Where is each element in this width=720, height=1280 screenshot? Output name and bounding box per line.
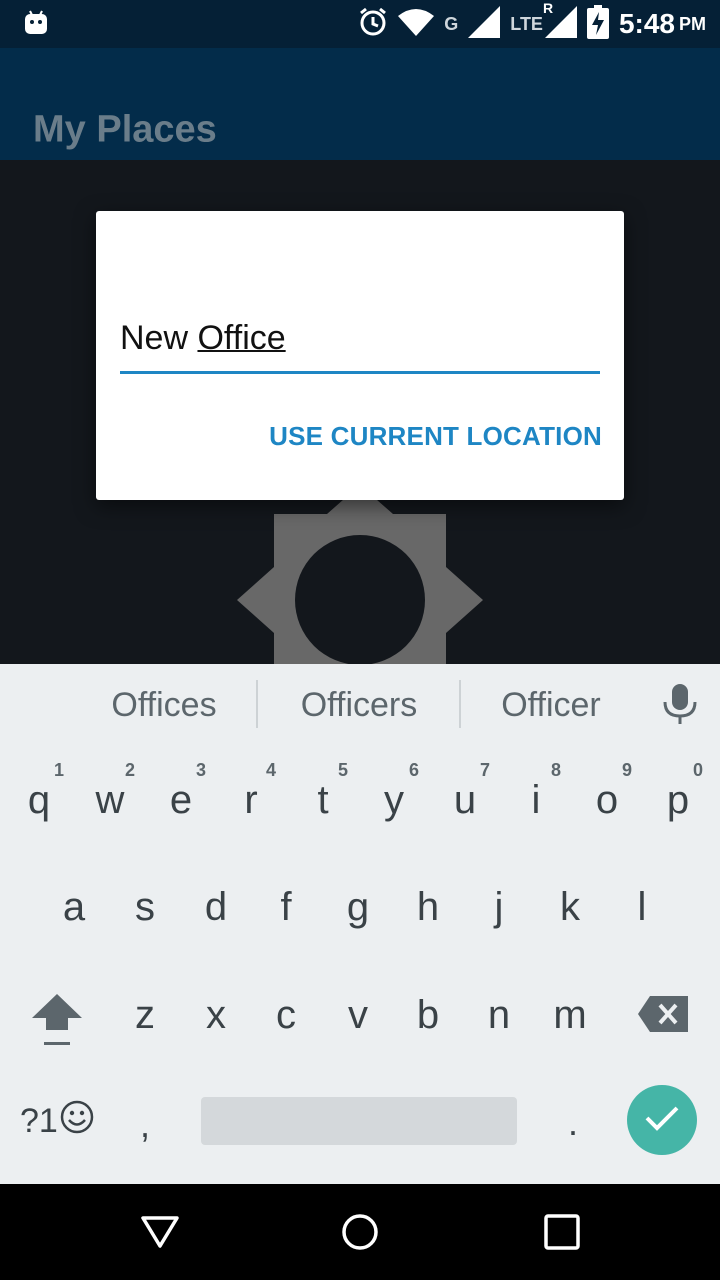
- back-icon[interactable]: [140, 1212, 180, 1252]
- key-l[interactable]: l: [607, 885, 677, 930]
- soft-keyboard: 1q 2w 3e 4r 5t 6y 7u 8i 9o 0p a s d f g …: [0, 742, 720, 1184]
- key-r[interactable]: 4r: [216, 760, 286, 823]
- space-bar[interactable]: [201, 1097, 517, 1145]
- key-f[interactable]: f: [251, 885, 321, 930]
- status-bar: G LTE R 5:48 PM: [0, 0, 720, 48]
- app-bar: My Places: [0, 48, 720, 160]
- key-z[interactable]: z: [110, 993, 180, 1038]
- suggestion-item[interactable]: Officer: [461, 664, 641, 742]
- done-button[interactable]: [627, 1085, 697, 1155]
- key-o[interactable]: 9o: [572, 760, 642, 823]
- place-name-input[interactable]: New Office: [120, 319, 600, 374]
- key-g[interactable]: g: [323, 885, 393, 930]
- mic-icon[interactable]: [662, 684, 698, 729]
- backspace-icon[interactable]: [638, 996, 688, 1037]
- input-text: New: [120, 319, 198, 357]
- key-n[interactable]: n: [464, 993, 534, 1038]
- input-composing-text: Office: [197, 319, 286, 357]
- alarm-icon: [358, 7, 388, 42]
- key-w[interactable]: 2w: [75, 760, 145, 823]
- use-current-location-button[interactable]: USE CURRENT LOCATION: [269, 421, 602, 452]
- key-s[interactable]: s: [110, 885, 180, 930]
- key-a[interactable]: a: [39, 885, 109, 930]
- key-m[interactable]: m: [535, 993, 605, 1038]
- key-x[interactable]: x: [181, 993, 251, 1038]
- key-v[interactable]: v: [323, 993, 393, 1038]
- suggestion-item[interactable]: Officers: [258, 664, 460, 742]
- period-key[interactable]: .: [558, 1102, 588, 1144]
- network-type-label: G: [444, 13, 459, 34]
- roaming-signal-icon: R: [543, 0, 577, 43]
- navigation-bar: [0, 1184, 720, 1280]
- home-icon[interactable]: [340, 1212, 380, 1252]
- emoji-icon: [60, 1100, 94, 1143]
- roaming-label: R: [542, 0, 554, 16]
- suggestion-strip: Offices Officers Officer: [0, 664, 720, 743]
- comma-key[interactable]: ,: [130, 1104, 160, 1146]
- suggestion-item[interactable]: Offices: [60, 664, 268, 742]
- key-u[interactable]: 7u: [430, 760, 500, 823]
- clock-time: 5:48: [618, 8, 675, 39]
- signal-icon: [468, 5, 501, 43]
- gear-icon: [230, 485, 490, 664]
- key-t[interactable]: 5t: [288, 760, 358, 823]
- key-e[interactable]: 3e: [146, 760, 216, 823]
- key-i[interactable]: 8i: [501, 760, 571, 823]
- key-b[interactable]: b: [393, 993, 463, 1038]
- key-h[interactable]: h: [393, 885, 463, 930]
- key-d[interactable]: d: [181, 885, 251, 930]
- android-debug-icon: [24, 10, 48, 41]
- lte-label: LTE: [510, 13, 543, 34]
- battery-charging-icon: [586, 4, 609, 44]
- shift-icon[interactable]: [32, 994, 82, 1053]
- key-c[interactable]: c: [251, 993, 321, 1038]
- page-title: My Places: [33, 108, 217, 151]
- key-k[interactable]: k: [535, 885, 605, 930]
- key-j[interactable]: j: [464, 885, 534, 930]
- key-y[interactable]: 6y: [359, 760, 429, 823]
- symbols-key[interactable]: ?1: [20, 1100, 94, 1143]
- place-name-dialog: New Office USE CURRENT LOCATION: [96, 211, 624, 500]
- clock-ampm: PM: [679, 13, 706, 34]
- recents-icon[interactable]: [542, 1212, 582, 1252]
- checkmark-icon: [644, 1104, 680, 1137]
- key-p[interactable]: 0p: [643, 760, 713, 823]
- wifi-icon: [398, 8, 435, 41]
- key-q[interactable]: 1q: [4, 760, 74, 823]
